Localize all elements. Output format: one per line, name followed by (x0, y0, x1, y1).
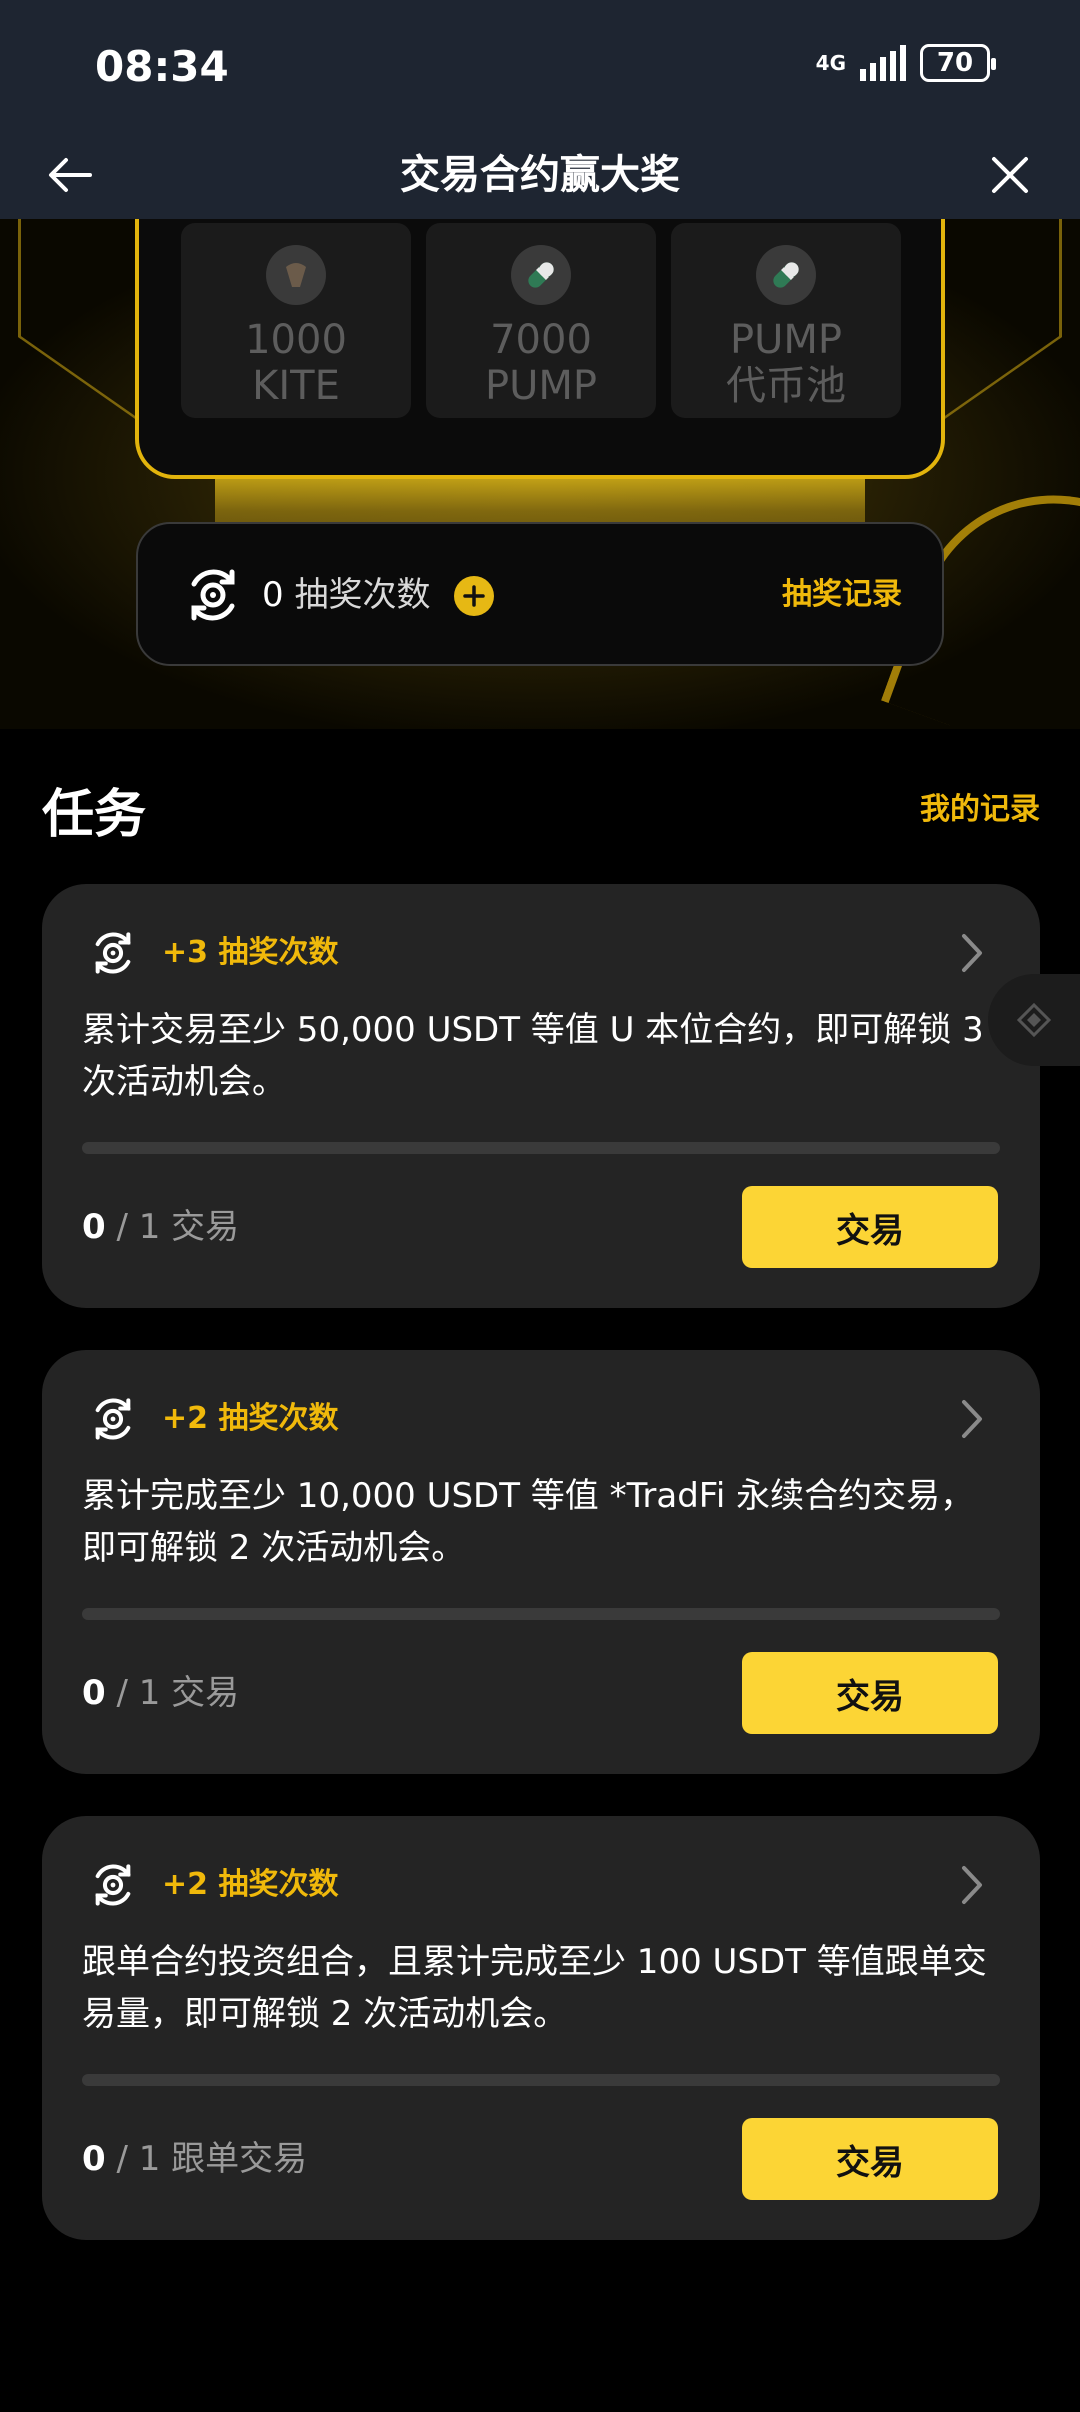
lucky-draw-icon (95, 1864, 131, 1906)
pill-icon (756, 245, 816, 305)
prize-item: 1000 KITE (181, 223, 411, 418)
page-title: 交易合约赢大奖 (400, 152, 680, 198)
my-record-link[interactable]: 我的记录 (920, 784, 1040, 828)
task-progress-bar (82, 1608, 1000, 1620)
task-reward: +2 抽奖次数 (162, 1401, 339, 1436)
prize-amount: 7000 (490, 317, 592, 363)
floating-assistant-handle[interactable] (988, 974, 1080, 1066)
pill-icon (511, 245, 571, 305)
prize-amount: 1000 (245, 317, 347, 363)
close-button[interactable] (980, 145, 1040, 205)
task-description: 跟单合约投资组合，且累计完成至少 100 USDT 等值跟单交易量，即可解锁 2… (82, 1942, 987, 2034)
chevron-right-icon[interactable] (952, 1862, 992, 1908)
prize-token: PUMP (484, 363, 598, 409)
prize-pool: 代币池 (726, 363, 846, 409)
task-progress-done: 0 (82, 1673, 106, 1713)
lucky-draw-icon (95, 932, 131, 974)
lucky-draw-icon (95, 1398, 131, 1440)
plus-icon (463, 585, 485, 607)
prize-machine: 1000 KITE 7000 PUMP PUMP 代币池 (135, 219, 945, 479)
draw-count-label: 抽奖次数 (294, 575, 431, 615)
draw-count: 0 抽奖次数 (262, 570, 430, 620)
tasks-title: 任务 (42, 785, 147, 845)
task-progress-total: / 1 交易 (105, 1207, 240, 1247)
trade-button[interactable]: 交易 (742, 2118, 998, 2200)
draw-count-panel: 0 抽奖次数 抽奖记录 (136, 522, 944, 666)
chevron-right-icon[interactable] (952, 930, 992, 976)
task-progress-total: / 1 跟单交易 (105, 2139, 308, 2179)
trade-button[interactable]: 交易 (742, 1652, 998, 1734)
prize-list: 1000 KITE 7000 PUMP PUMP 代币池 (181, 223, 901, 418)
battery-icon: 70 (920, 44, 996, 82)
task-reward: +3 抽奖次数 (162, 935, 339, 970)
hero-banner: 1000 KITE 7000 PUMP PUMP 代币池 0 抽奖次数 抽奖记录 (0, 219, 1080, 729)
task-progress-total: / 1 交易 (105, 1673, 240, 1713)
status-time: 08:34 (95, 42, 229, 91)
task-description: 累计完成至少 10,000 USDT 等值 *TradFi 永续合约交易，即可解… (82, 1476, 975, 1568)
decorative-frame-right (942, 219, 1062, 422)
task-progress-bar (82, 2074, 1000, 2086)
task-card[interactable]: +3 抽奖次数 累计交易至少 50,000 USDT 等值 U 本位合约，即可解… (42, 884, 1040, 1308)
task-description: 累计交易至少 50,000 USDT 等值 U 本位合约，即可解锁 3 次活动机… (82, 1010, 984, 1102)
task-progress-text: 0 / 1 交易 (82, 1204, 239, 1250)
task-progress-done: 0 (82, 1207, 106, 1247)
lucky-draw-icon (191, 569, 235, 621)
prize-item: 7000 PUMP (426, 223, 656, 418)
prize-token: KITE (252, 363, 340, 409)
task-progress-text: 0 / 1 交易 (82, 1670, 239, 1716)
draw-record-link[interactable]: 抽奖记录 (782, 572, 902, 618)
diamond-logo-icon (1016, 1002, 1052, 1038)
task-progress-done: 0 (82, 2139, 106, 2179)
add-draws-button[interactable] (454, 576, 494, 616)
prize-item: PUMP 代币池 (671, 223, 901, 418)
task-card[interactable]: +2 抽奖次数 跟单合约投资组合，且累计完成至少 100 USDT 等值跟单交易… (42, 1816, 1040, 2240)
close-icon (992, 157, 1028, 193)
decorative-frame-left (18, 219, 138, 422)
trade-button[interactable]: 交易 (742, 1186, 998, 1268)
prize-token: PUMP (729, 317, 843, 363)
draw-count-value: 0 (262, 575, 284, 615)
network-type-label: 4G (815, 51, 846, 75)
task-reward: +2 抽奖次数 (162, 1867, 339, 1902)
chevron-right-icon[interactable] (952, 1396, 992, 1442)
task-progress-text: 0 / 1 跟单交易 (82, 2136, 307, 2182)
status-icons: 4G 70 (815, 44, 996, 82)
task-card[interactable]: +2 抽奖次数 累计完成至少 10,000 USDT 等值 *TradFi 永续… (42, 1350, 1040, 1774)
title-bar: 交易合约赢大奖 (0, 135, 1080, 219)
task-progress-bar (82, 1142, 1000, 1154)
status-bar: 08:34 4G 70 (0, 0, 1080, 135)
signal-icon (860, 45, 906, 81)
kite-token-icon (266, 245, 326, 305)
battery-level: 70 (936, 48, 974, 78)
